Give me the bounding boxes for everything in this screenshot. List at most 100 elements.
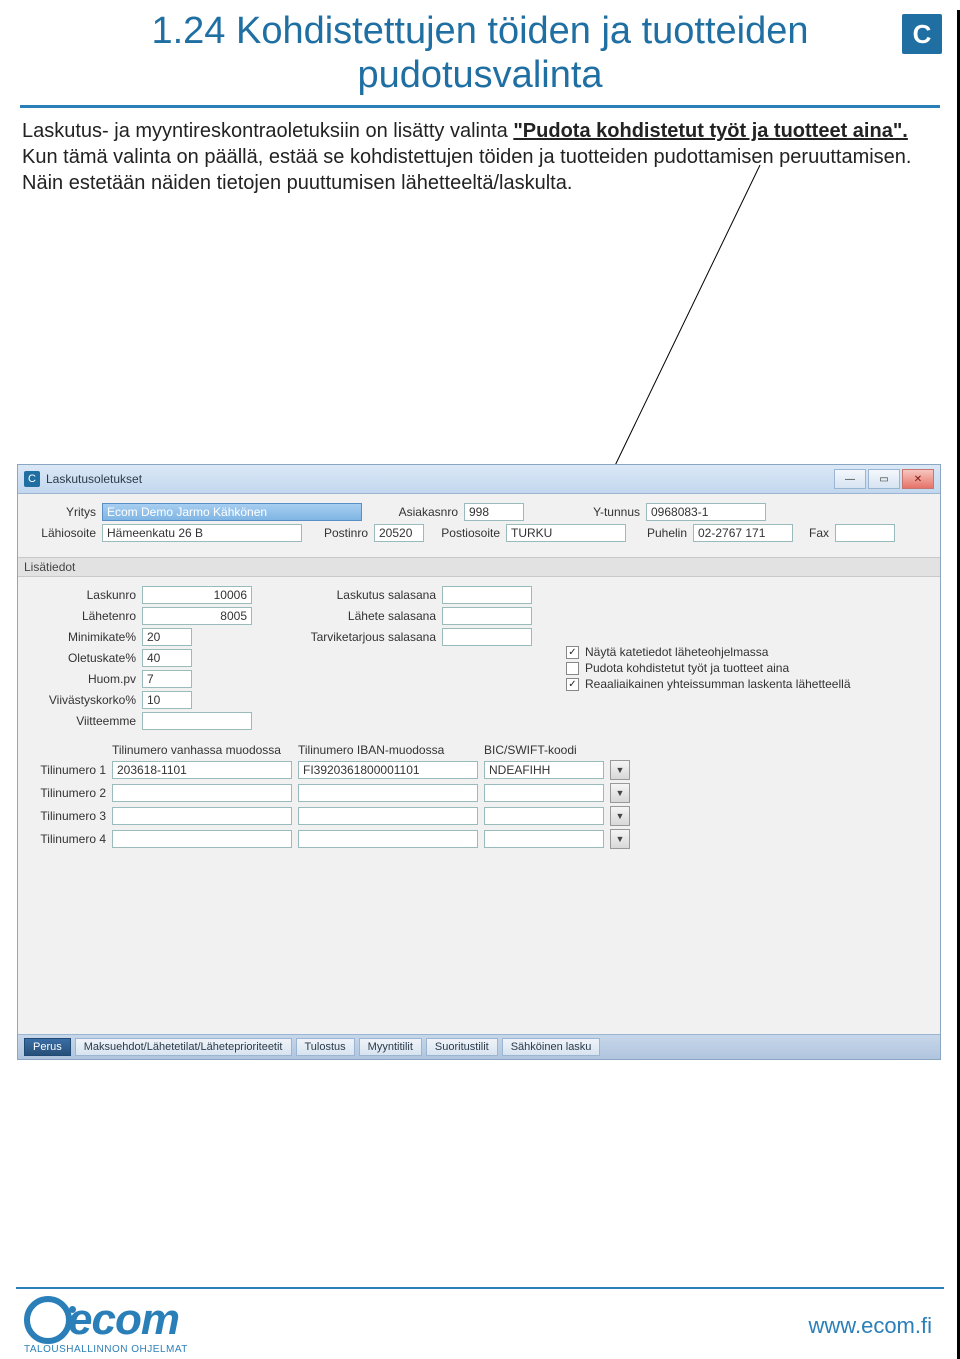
field-bank-bic[interactable] <box>484 761 604 779</box>
field-bank-vanha[interactable] <box>112 784 292 802</box>
field-yritys[interactable] <box>102 503 362 521</box>
field-oletuskate[interactable] <box>142 649 192 667</box>
settings-window: C Laskutusoletukset — ▭ ✕ Yritys Asiakas… <box>18 465 940 1059</box>
desc-part-2: Kun tämä valinta on päällä, estää se koh… <box>22 146 911 194</box>
bank-row: Tilinumero 1 ▼ <box>26 760 932 780</box>
footer-url: www.ecom.fi <box>809 1313 932 1339</box>
desc-part-emphasis: "Pudota kohdistetut työt ja tuotteet ain… <box>513 120 908 142</box>
field-bank-bic[interactable] <box>484 807 604 825</box>
footer-logo: ecom TALOUSHALLINNON OHJELMAT <box>24 1296 188 1355</box>
label-laskunro: Laskunro <box>26 588 136 602</box>
field-asiakasnro[interactable] <box>464 503 524 521</box>
window-titlebar: C Laskutusoletukset — ▭ ✕ <box>18 465 940 494</box>
logo-ring-icon <box>24 1296 72 1344</box>
bank-row: Tilinumero 2 ▼ <box>26 783 932 803</box>
bank-row-label: Tilinumero 3 <box>26 809 106 823</box>
tab[interactable]: Tulostus <box>296 1038 355 1056</box>
bank-row-label: Tilinumero 1 <box>26 763 106 777</box>
section-lisatiedot: Lisätiedot <box>18 557 940 577</box>
logo-text: ecom <box>68 1300 179 1340</box>
field-viivastyskorko[interactable] <box>142 691 192 709</box>
title-line-2: pudotusvalinta <box>357 54 602 96</box>
bank-row-label: Tilinumero 4 <box>26 832 106 846</box>
label-postinro: Postinro <box>308 526 368 540</box>
label-viivastyskorko: Viivästyskorko% <box>26 693 136 707</box>
field-tarviketarjous-salasana[interactable] <box>442 628 532 646</box>
bank-row: Tilinumero 4 ▼ <box>26 829 932 849</box>
corner-badge: C <box>902 14 942 54</box>
tab[interactable]: Maksuehdot/Lähetetilat/Läheteprioriteeti… <box>75 1038 292 1056</box>
field-laskunro[interactable] <box>142 586 252 604</box>
field-bank-vanha[interactable] <box>112 807 292 825</box>
col-header-iban: Tilinumero IBAN-muodossa <box>298 743 478 757</box>
field-minimikate[interactable] <box>142 628 192 646</box>
checkbox-pudota[interactable] <box>566 662 579 675</box>
label-lahete-salasana: Lähete salasana <box>286 609 436 623</box>
restore-button[interactable]: ▭ <box>868 469 900 489</box>
field-puhelin[interactable] <box>693 524 793 542</box>
lisatiedot-area: Laskunro Lähetenro Minimikate% Oletuskat… <box>18 577 940 864</box>
bank-row: Tilinumero 3 ▼ <box>26 806 932 826</box>
field-postiosoite[interactable] <box>506 524 626 542</box>
field-bank-vanha[interactable] <box>112 830 292 848</box>
field-bank-iban[interactable] <box>298 784 478 802</box>
bank-bic-dropdown[interactable]: ▼ <box>610 806 630 826</box>
field-bank-iban[interactable] <box>298 830 478 848</box>
tab[interactable]: Sähköinen lasku <box>502 1038 601 1056</box>
description-paragraph: Laskutus- ja myyntireskontraoletuksiin o… <box>22 118 938 196</box>
bank-row-label: Tilinumero 2 <box>26 786 106 800</box>
field-lahiosoite[interactable] <box>102 524 302 542</box>
field-lahetenro[interactable] <box>142 607 252 625</box>
title-line-1: 1.24 Kohdistettujen töiden ja tuotteiden <box>151 10 808 52</box>
form-area: Yritys Asiakasnro Y-tunnus Lähiosoite Po… <box>18 494 940 557</box>
title-separator <box>20 105 940 108</box>
label-viitteemme: Viitteemme <box>26 714 136 728</box>
desc-part-1: Laskutus- ja myyntireskontraoletuksiin o… <box>22 120 513 142</box>
checkbox-pudota-label: Pudota kohdistetut työt ja tuotteet aina <box>585 661 789 675</box>
label-minimikate: Minimikate% <box>26 630 136 644</box>
field-lahete-salasana[interactable] <box>442 607 532 625</box>
bank-bic-dropdown[interactable]: ▼ <box>610 760 630 780</box>
tab[interactable]: Suoritustilit <box>426 1038 498 1056</box>
label-lahetenro: Lähetenro <box>26 609 136 623</box>
logo-subtitle: TALOUSHALLINNON OHJELMAT <box>24 1344 188 1355</box>
label-lahiosoite: Lähiosoite <box>26 526 96 540</box>
field-laskutus-salasana[interactable] <box>442 586 532 604</box>
checkbox-reaaliaikainen[interactable]: ✓ <box>566 678 579 691</box>
window-title: Laskutusoletukset <box>46 472 834 486</box>
col-header-vanha: Tilinumero vanhassa muodossa <box>112 743 292 757</box>
label-huompv: Huom.pv <box>26 672 136 686</box>
checkbox-katetiedot[interactable]: ✓ <box>566 646 579 659</box>
label-asiakasnro: Asiakasnro <box>368 505 458 519</box>
tab-active[interactable]: Perus <box>24 1038 71 1056</box>
field-bank-iban[interactable] <box>298 807 478 825</box>
window-blank-area <box>18 864 940 1034</box>
bank-bic-dropdown[interactable]: ▼ <box>610 783 630 803</box>
field-postinro[interactable] <box>374 524 424 542</box>
field-ytunnus[interactable] <box>646 503 766 521</box>
label-postiosoite: Postiosoite <box>430 526 500 540</box>
minimize-button[interactable]: — <box>834 469 866 489</box>
field-viitteemme[interactable] <box>142 712 252 730</box>
bottom-tabs: PerusMaksuehdot/Lähetetilat/Lähetepriori… <box>18 1034 940 1059</box>
label-ytunnus: Y-tunnus <box>530 505 640 519</box>
label-oletuskate: Oletuskate% <box>26 651 136 665</box>
label-yritys: Yritys <box>26 505 96 519</box>
field-bank-bic[interactable] <box>484 830 604 848</box>
app-icon: C <box>24 471 40 487</box>
field-bank-vanha[interactable] <box>112 761 292 779</box>
label-tarviketarjous-salasana: Tarviketarjous salasana <box>286 630 436 644</box>
close-button[interactable]: ✕ <box>902 469 934 489</box>
col-header-bic: BIC/SWIFT-koodi <box>484 743 624 757</box>
bank-bic-dropdown[interactable]: ▼ <box>610 829 630 849</box>
field-bank-iban[interactable] <box>298 761 478 779</box>
label-puhelin: Puhelin <box>632 526 687 540</box>
tab[interactable]: Myyntitilit <box>359 1038 422 1056</box>
field-fax[interactable] <box>835 524 895 542</box>
checkbox-katetiedot-label: Näytä katetiedot läheteohjelmassa <box>585 645 768 659</box>
checkbox-reaaliaikainen-label: Reaaliaikainen yhteissumman laskenta läh… <box>585 677 851 691</box>
label-fax: Fax <box>799 526 829 540</box>
field-huompv[interactable] <box>142 670 192 688</box>
slide-title: 1.24 Kohdistettujen töiden ja tuotteiden… <box>40 10 920 97</box>
field-bank-bic[interactable] <box>484 784 604 802</box>
